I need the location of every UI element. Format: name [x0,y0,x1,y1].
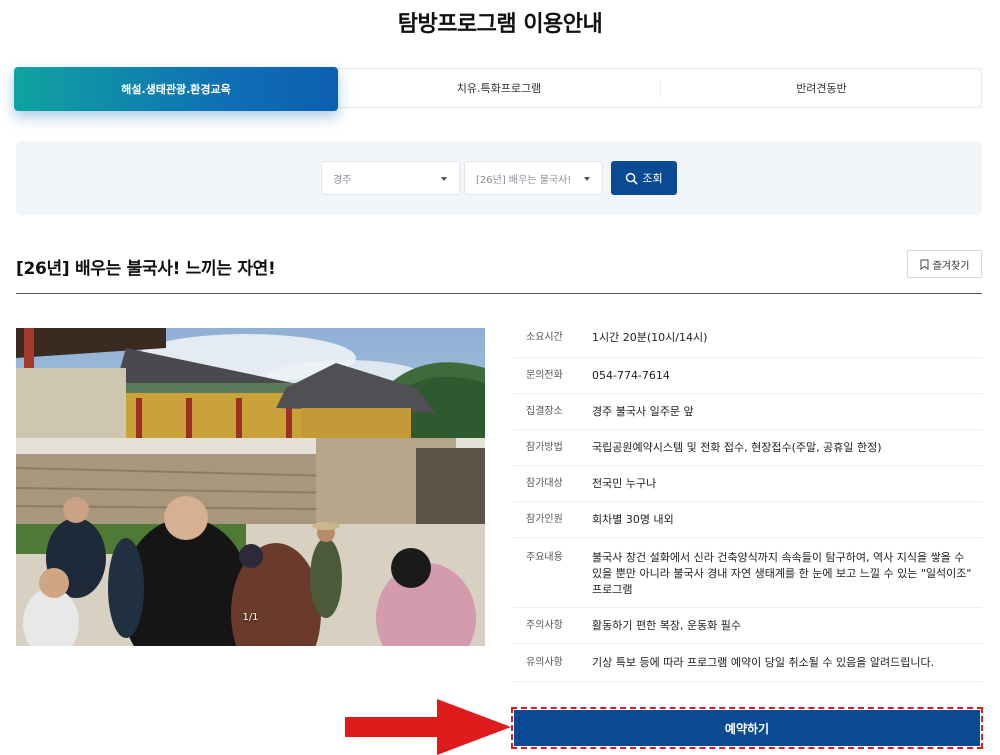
bookmark-icon [920,259,929,270]
info-row-duration: 소요시간 1시간 20분(10시/14시) [513,318,982,358]
info-row-how-to-join: 참가방법 국립공원예약시스템 및 전화 접수, 현장접수(주말, 공휴일 한정) [513,430,982,466]
info-label: 주의사항 [526,619,563,631]
annotation-arrow-icon [345,699,511,755]
info-value: 1시간 20분(10시/14시) [592,330,708,344]
info-row-notice: 유의사항 기상 특보 등에 따라 프로그램 예약이 당일 취소될 수 있음을 알… [513,644,982,682]
info-label: 주요내용 [526,552,563,563]
info-label: 소요시간 [526,331,563,343]
temple-tour-photo [16,328,485,646]
info-value: 불국사 창건 설화에서 신라 건축양식까지 속속들이 탐구하여, 역사 지식을 … [592,551,972,596]
search-bar: 경주 [26년] 배우는 불국사! 조회 [16,141,982,215]
info-value: 회차별 30명 내외 [592,512,674,526]
search-icon [626,172,638,184]
info-label: 참가인원 [526,513,563,525]
chevron-down-icon [584,177,590,181]
info-value: 국립공원예약시스템 및 전화 접수, 현장접수(주말, 공휴일 한정) [592,440,882,454]
reserve-button[interactable]: 예약하기 [514,710,980,746]
info-value: 활동하기 편한 복장, 운동화 필수 [592,618,742,632]
program-select-value: [26년] 배우는 불국사! [476,174,572,186]
info-row-precautions: 주의사항 활동하기 편한 복장, 운동화 필수 [513,608,982,644]
search-button[interactable]: 조회 [611,161,677,195]
bookmark-button-label: 즐겨찾기 [932,260,970,272]
program-select[interactable]: [26년] 배우는 불국사! [464,161,603,195]
info-value: 기상 특보 등에 따라 프로그램 예약이 당일 취소될 수 있음을 알려드립니다… [592,655,935,669]
info-row-meeting-place: 집결장소 경주 불국사 일주문 앞 [513,394,982,430]
region-select-value: 경주 [333,174,352,186]
info-label: 참가대상 [526,477,563,489]
info-label: 유의사항 [526,656,563,668]
info-label: 문의전화 [526,369,563,381]
info-value: 전국민 누구나 [592,476,657,490]
program-info-table: 소요시간 1시간 20분(10시/14시) 문의전화 054-774-7614 … [513,318,982,682]
program-title: [26년] 배우는 불국사! 느끼는 자연! [16,259,276,279]
info-value: 경주 불국사 일주문 앞 [592,404,694,418]
program-category-tabs: 해설.생태관광.환경교육 치유.특화프로그램 반려견동반 [14,67,982,111]
info-label: 집결장소 [526,405,563,417]
region-select[interactable]: 경주 [321,161,460,195]
info-row-content: 주요내용 불국사 창건 설화에서 신라 건축양식까지 속속들이 탐구하여, 역사… [513,538,982,608]
page-title: 탐방프로그램 이용안내 [397,12,603,37]
info-label: 참가방법 [526,441,563,453]
title-divider [16,293,982,294]
search-button-label: 조회 [642,172,663,185]
tab-pet-companion[interactable]: 반려견동반 [661,69,982,107]
info-row-phone: 문의전화 054-774-7614 [513,358,982,394]
program-photo[interactable]: 1/1 [16,328,485,646]
bookmark-button[interactable]: 즐겨찾기 [907,250,982,278]
tab-interpretation-ecotourism[interactable]: 해설.생태관광.환경교육 [14,67,338,111]
tab-healing-special[interactable]: 치유.특화프로그램 [338,69,660,107]
info-row-target: 참가대상 전국민 누구나 [513,466,982,502]
info-row-capacity: 참가인원 회차별 30명 내외 [513,502,982,538]
info-value: 054-774-7614 [592,368,670,382]
photo-counter: 1/1 [242,612,259,623]
reserve-highlight: 예약하기 [511,707,983,749]
chevron-down-icon [441,177,447,181]
